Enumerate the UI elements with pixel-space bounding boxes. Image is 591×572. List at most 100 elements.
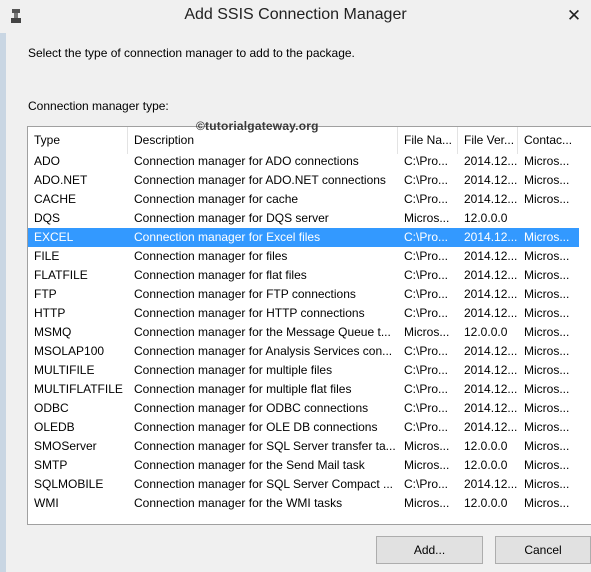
list-item[interactable]: ADO Connection manager for ADO connection…: [28, 152, 579, 171]
type-cell: WMI: [34, 496, 59, 510]
description-cell: Connection manager for DQS server: [134, 211, 329, 225]
list-item[interactable]: ODBC Connection manager for ODBC connecti…: [28, 399, 579, 418]
column-header-type[interactable]: Type: [28, 127, 128, 154]
contact-cell: Micros...: [524, 477, 570, 491]
file-name-cell: Micros...: [404, 458, 450, 472]
file-name-cell: C:\Pro...: [404, 287, 449, 301]
file-version-cell: 2014.12...: [464, 401, 518, 415]
close-icon[interactable]: ✕: [563, 6, 585, 26]
contact-cell: Micros...: [524, 306, 570, 320]
type-cell: ADO: [34, 154, 61, 168]
type-cell: MULTIFLATFILE: [34, 382, 123, 396]
description-cell: Connection manager for ADO connections: [134, 154, 359, 168]
list-item[interactable]: HTTP Connection manager for HTTP connecti…: [28, 304, 579, 323]
file-name-cell: C:\Pro...: [404, 477, 449, 491]
contact-cell: Micros...: [524, 439, 570, 453]
list-item[interactable]: SMOServer Connection manager for SQL Serv…: [28, 437, 579, 456]
list-item[interactable]: FILE Connection manager for files C:\Pro..…: [28, 247, 579, 266]
file-version-cell: 12.0.0.0: [464, 439, 508, 453]
description-cell: Connection manager for the WMI tasks: [134, 496, 343, 510]
file-version-cell: 12.0.0.0: [464, 496, 508, 510]
description-cell: Connection manager for flat files: [134, 268, 307, 282]
description-cell: Connection manager for ODBC connections: [134, 401, 369, 415]
list-item[interactable]: MSOLAP100 Connection manager for Analysis…: [28, 342, 579, 361]
file-version-cell: 2014.12...: [464, 154, 518, 168]
file-name-cell: C:\Pro...: [404, 401, 449, 415]
list-item[interactable]: CACHE Connection manager for cache C:\Pro.…: [28, 190, 579, 209]
list-item[interactable]: WMI Connection manager for the WMI tasks M…: [28, 494, 579, 513]
contact-cell: Micros...: [524, 192, 570, 206]
type-cell: MSMQ: [34, 325, 72, 339]
type-cell: HTTP: [34, 306, 66, 320]
file-version-cell: 2014.12...: [464, 344, 518, 358]
type-cell: ODBC: [34, 401, 69, 415]
file-name-cell: C:\Pro...: [404, 154, 449, 168]
list-item[interactable]: SQLMOBILE Connection manager for SQL Serv…: [28, 475, 579, 494]
type-cell: EXCEL: [34, 230, 74, 244]
contact-cell: Micros...: [524, 268, 570, 282]
file-version-cell: 2014.12...: [464, 173, 518, 187]
description-cell: Connection manager for OLE DB connection…: [134, 420, 378, 434]
description-cell: Connection manager for Excel files: [134, 230, 321, 244]
title-bar[interactable]: Add SSIS Connection Manager ✕: [0, 0, 591, 33]
file-name-cell: Micros...: [404, 325, 450, 339]
cancel-button[interactable]: Cancel: [495, 536, 591, 564]
list-item[interactable]: OLEDB Connection manager for OLE DB conne…: [28, 418, 579, 437]
file-name-cell: C:\Pro...: [404, 306, 449, 320]
contact-cell: Micros...: [524, 344, 570, 358]
list-item[interactable]: FLATFILE Connection manager for flat file…: [28, 266, 579, 285]
type-cell: FILE: [34, 249, 60, 263]
file-version-cell: 12.0.0.0: [464, 458, 508, 472]
description-cell: Connection manager for SQL Server transf…: [134, 439, 396, 453]
connection-manager-list[interactable]: Type Description File Na... File Ver... …: [27, 126, 591, 525]
description-cell: Connection manager for HTTP connections: [134, 306, 365, 320]
column-header-file-version[interactable]: File Ver...: [458, 127, 518, 154]
file-version-cell: 12.0.0.0: [464, 325, 508, 339]
contact-cell: Micros...: [524, 363, 570, 377]
watermark-text: ©tutorialgateway.org: [196, 119, 319, 133]
description-cell: Connection manager for multiple flat fil…: [134, 382, 352, 396]
list-item[interactable]: FTP Connection manager for FTP connection…: [28, 285, 579, 304]
file-name-cell: C:\Pro...: [404, 249, 449, 263]
type-cell: DQS: [34, 211, 61, 225]
contact-cell: Micros...: [524, 287, 570, 301]
file-name-cell: C:\Pro...: [404, 363, 449, 377]
type-cell: ADO.NET: [34, 173, 88, 187]
description-cell: Connection manager for ADO.NET connectio…: [134, 173, 386, 187]
list-item[interactable]: EXCEL Connection manager for Excel files C…: [28, 228, 579, 247]
column-header-file-name[interactable]: File Na...: [398, 127, 458, 154]
contact-cell: Micros...: [524, 458, 570, 472]
contact-cell: Micros...: [524, 173, 570, 187]
type-cell: MSOLAP100: [34, 344, 105, 358]
file-name-cell: C:\Pro...: [404, 192, 449, 206]
file-name-cell: Micros...: [404, 211, 450, 225]
file-name-cell: C:\Pro...: [404, 230, 449, 244]
column-header-contact[interactable]: Contac...: [518, 127, 591, 154]
list-item[interactable]: MULTIFLATFILE Connection manager for mult…: [28, 380, 579, 399]
contact-cell: Micros...: [524, 230, 570, 244]
contact-cell: [518, 209, 591, 228]
contact-cell: Micros...: [524, 325, 570, 339]
file-version-cell: 2014.12...: [464, 306, 518, 320]
window-left-border: [0, 33, 6, 572]
file-version-cell: 2014.12...: [464, 363, 518, 377]
list-item[interactable]: MSMQ Connection manager for the Message Q…: [28, 323, 579, 342]
connection-type-label: Connection manager type:: [28, 99, 169, 113]
list-item[interactable]: DQS Connection manager for DQS server Micr…: [28, 209, 579, 228]
add-button[interactable]: Add...: [376, 536, 483, 564]
file-version-cell: 2014.12...: [464, 249, 518, 263]
list-item[interactable]: ADO.NET Connection manager for ADO.NET co…: [28, 171, 579, 190]
list-item[interactable]: SMTP Connection manager for the Send Mail…: [28, 456, 579, 475]
file-version-cell: 2014.12...: [464, 192, 518, 206]
file-name-cell: C:\Pro...: [404, 344, 449, 358]
description-cell: Connection manager for multiple files: [134, 363, 333, 377]
file-name-cell: Micros...: [404, 439, 450, 453]
type-cell: CACHE: [34, 192, 77, 206]
list-item[interactable]: MULTIFILE Connection manager for multiple…: [28, 361, 579, 380]
description-cell: Connection manager for cache: [134, 192, 299, 206]
file-name-cell: C:\Pro...: [404, 382, 449, 396]
file-version-cell: 2014.12...: [464, 268, 518, 282]
window-title: Add SSIS Connection Manager: [184, 6, 407, 23]
instruction-text: Select the type of connection manager to…: [28, 46, 355, 60]
file-version-cell: 12.0.0.0: [464, 211, 508, 225]
